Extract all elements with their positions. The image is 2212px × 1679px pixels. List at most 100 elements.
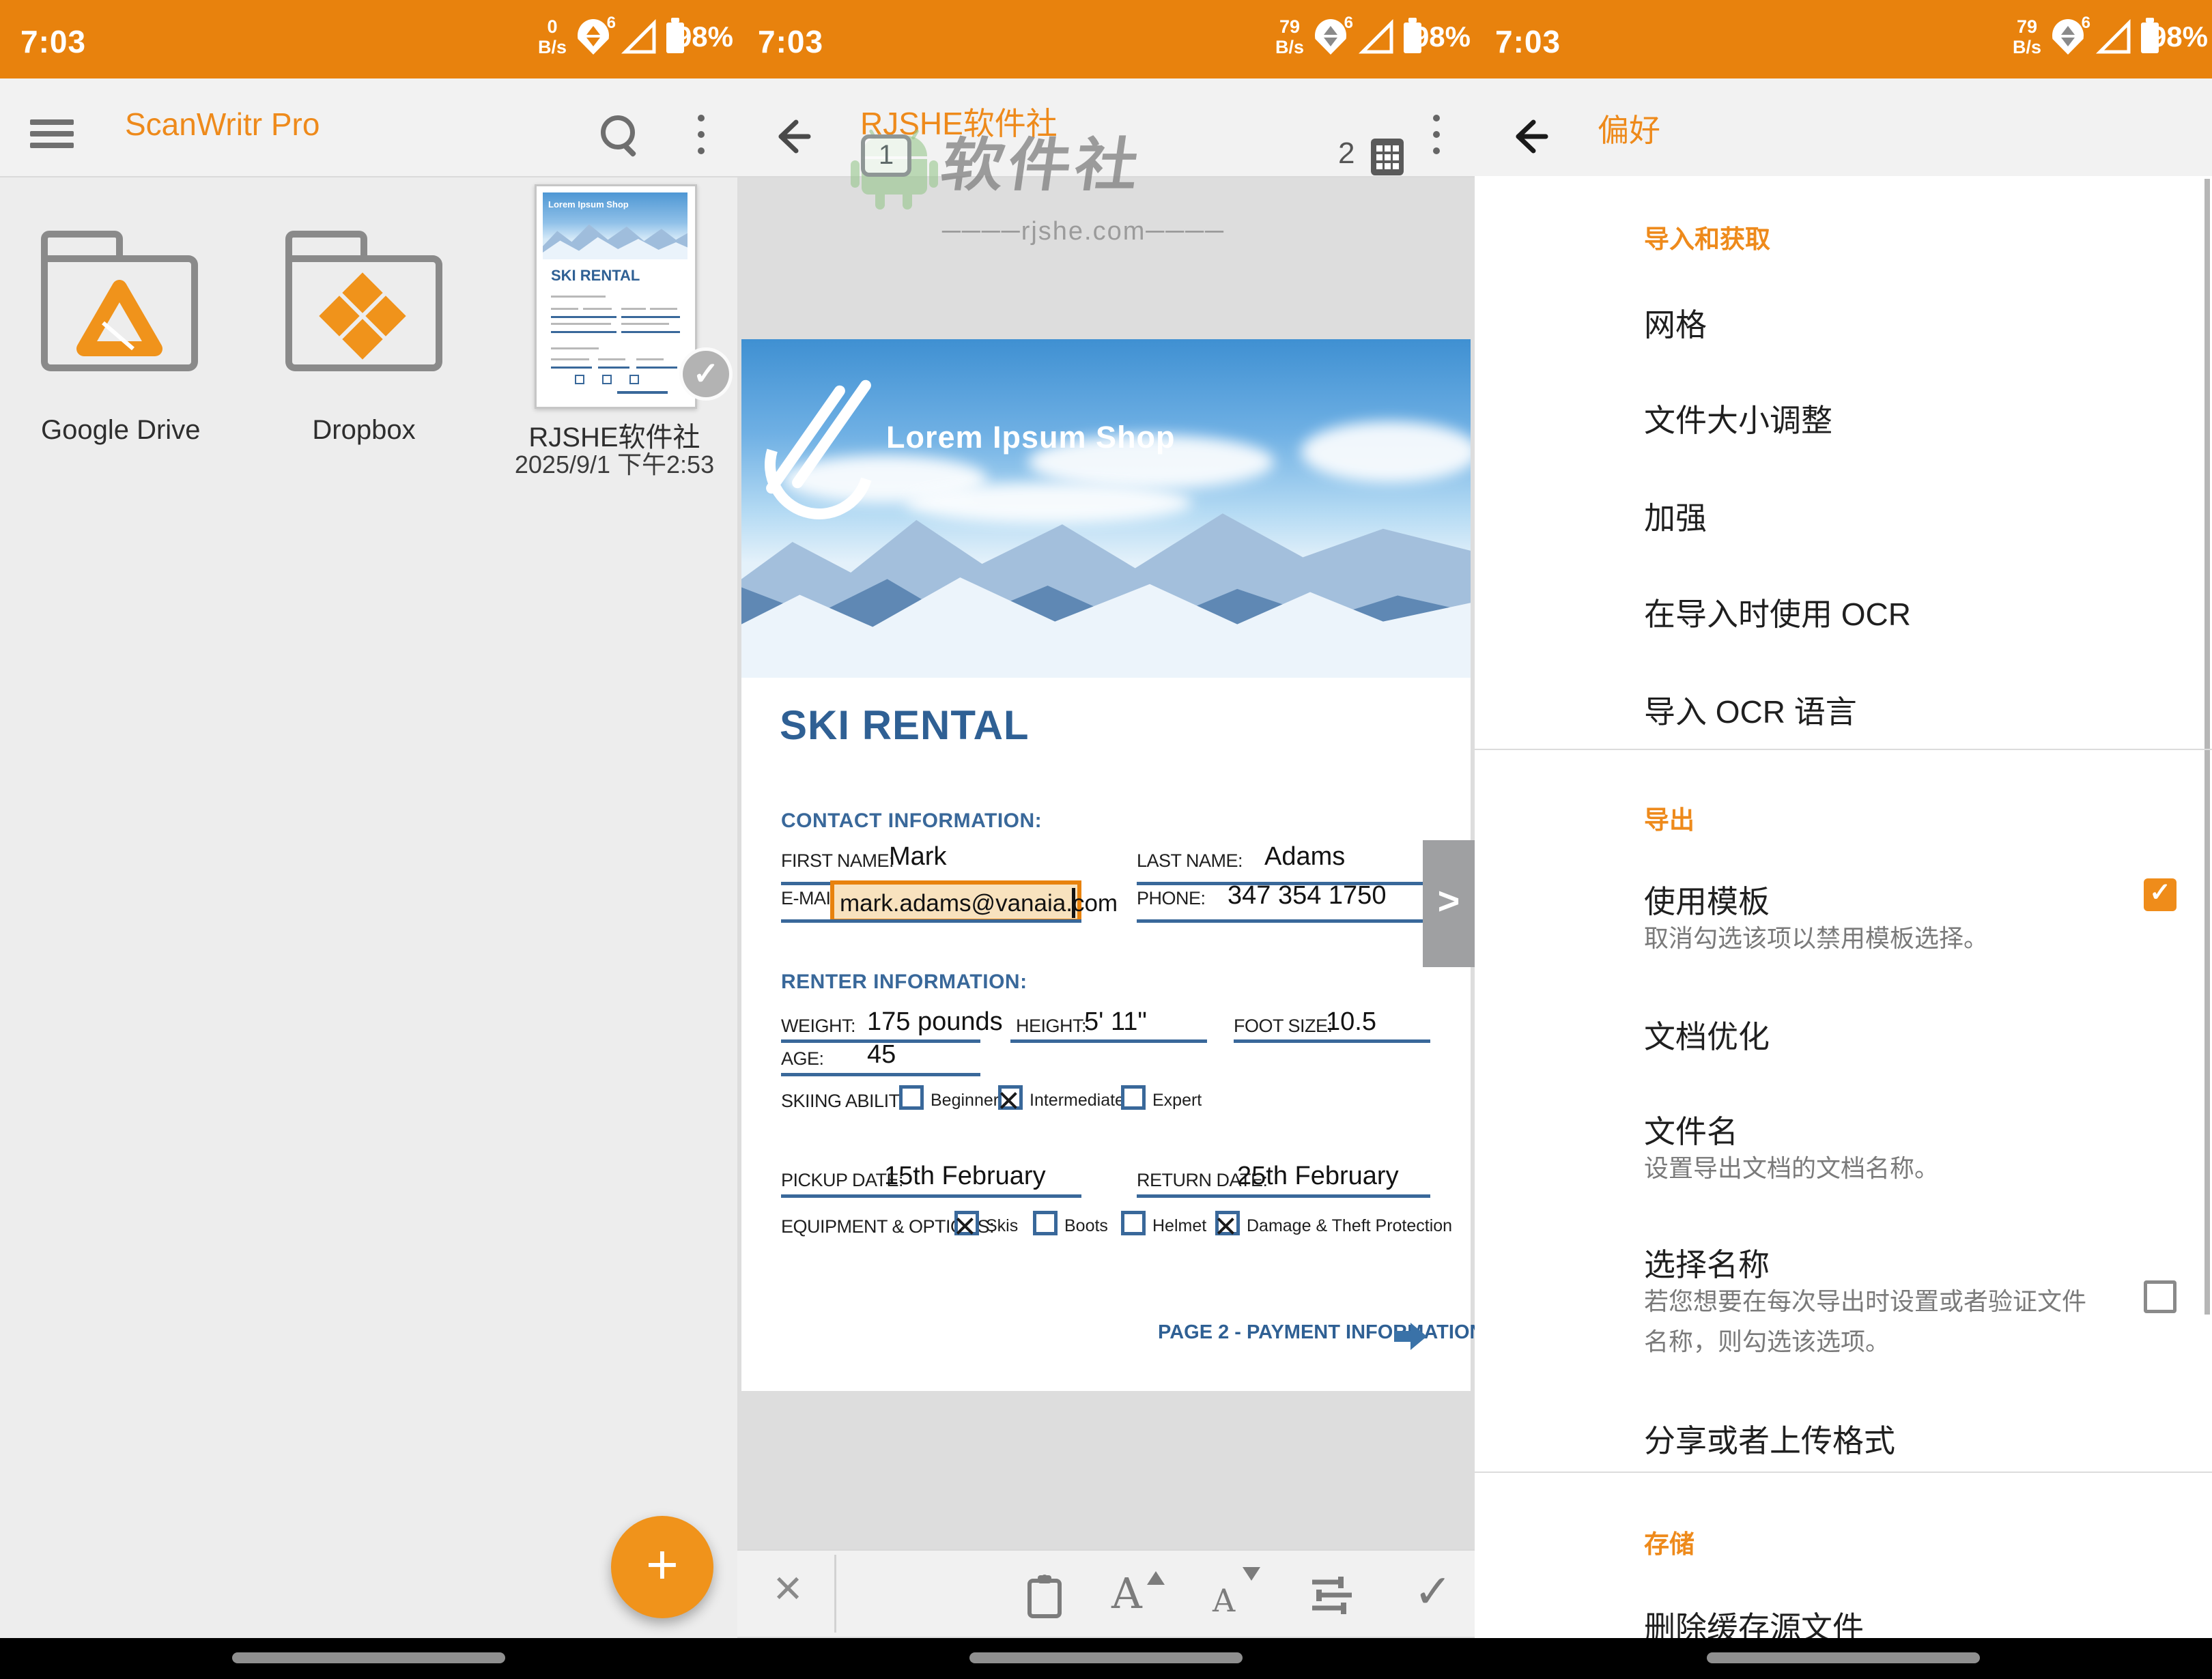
page-grid-icon[interactable] (1371, 139, 1404, 175)
document-title: SKI RENTAL (780, 702, 1030, 749)
weight-value[interactable]: 175 pounds (867, 1007, 1003, 1037)
item-label-google-drive: Google Drive (41, 415, 198, 446)
pref-sub-choose-name-2: 名称，则勾选该选项。 (1644, 1322, 1890, 1358)
composite-screenshot: 7:03 0B/s 6 98% ScanWritr Pro (0, 0, 2212, 1679)
height-value[interactable]: 5' 11" (1084, 1007, 1147, 1037)
folder-google-drive[interactable] (41, 231, 198, 374)
checkbox-beginner[interactable] (899, 1085, 924, 1110)
preferences-title: 偏好 (1598, 106, 1660, 151)
pref-item-doc-optimize[interactable]: 文档优化 (1644, 1012, 1770, 1057)
confirm-button[interactable]: ✓ (1402, 1551, 1464, 1638)
clock: 7:03 (1495, 23, 1561, 60)
battery-percent: 98% (1413, 20, 1471, 53)
cancel-button[interactable]: × (761, 1560, 815, 1616)
checkbox-intermediate[interactable] (998, 1085, 1023, 1110)
age-value[interactable]: 45 (867, 1040, 896, 1070)
gesture-pill[interactable] (1707, 1652, 1980, 1663)
last-name-value[interactable]: Adams (1264, 842, 1345, 872)
first-name-label: FIRST NAME: (781, 850, 894, 872)
skiing-ability-label: SKIING ABILITY: (781, 1091, 916, 1112)
gesture-nav-bar (1475, 1638, 2212, 1679)
pref-item-enhance[interactable]: 加强 (1644, 493, 1707, 539)
expert-label: Expert (1152, 1091, 1202, 1110)
overflow-menu-icon[interactable] (1433, 115, 1440, 160)
editor-screen: Lorem Ipsum Shop SKI RENTAL CONTACT INFO… (737, 0, 1475, 1679)
folder-dropbox[interactable] (285, 231, 442, 374)
pref-sub-use-template: 取消勾选该项以禁用模板选择。 (1644, 919, 1988, 954)
gesture-pill[interactable] (232, 1652, 505, 1663)
signal-icon (623, 20, 657, 55)
intermediate-label: Intermediate (1030, 1091, 1124, 1110)
watermark-text: 软件社 (936, 118, 1148, 201)
weight-label: WEIGHT: (781, 1016, 855, 1037)
status-bar: 7:03 0B/s 6 98% (0, 0, 737, 78)
pref-item-file-size[interactable]: 文件大小调整 (1644, 396, 1832, 441)
pref-sub-choose-name-1: 若您想要在每次导出时设置或者验证文件 (1644, 1282, 2086, 1317)
clock: 7:03 (20, 23, 86, 60)
checkbox-expert[interactable] (1121, 1085, 1146, 1110)
checkbox-helmet[interactable] (1121, 1211, 1146, 1235)
watermark-site: ────rjshe.com──── (942, 217, 1225, 246)
overflow-menu-icon[interactable] (698, 115, 705, 160)
section-divider (1475, 749, 2212, 750)
pref-item-use-template[interactable]: 使用模板 (1644, 877, 1770, 922)
last-name-label: LAST NAME: (1137, 850, 1243, 872)
signal-icon (1360, 20, 1394, 55)
plus-icon: + (611, 1531, 713, 1599)
hamburger-menu-icon[interactable] (30, 119, 74, 148)
section-import-header: 导入和获取 (1644, 218, 1770, 255)
page2-arrow-icon[interactable] (1394, 1323, 1428, 1350)
preferences-screen: 7:03 79B/s 6 98% 偏好 导入和获取 网格 文件大小调整 加强 在… (1475, 0, 2212, 1679)
email-input-active[interactable]: mark.adams@vanaia.com (830, 880, 1081, 923)
pref-item-choose-name[interactable]: 选择名称 (1644, 1240, 1770, 1285)
item-label-dropbox: Dropbox (285, 415, 442, 446)
boots-label: Boots (1064, 1216, 1108, 1236)
gesture-pill[interactable] (969, 1652, 1243, 1663)
checkbox-boots[interactable] (1033, 1211, 1058, 1235)
vpn-icon: 6 (578, 19, 613, 59)
pref-item-ocr-language[interactable]: 导入 OCR 语言 (1644, 687, 1857, 732)
checkbox-damage-protection[interactable] (1215, 1211, 1240, 1235)
first-name-value[interactable]: Mark (889, 842, 946, 872)
helmet-label: Helmet (1152, 1216, 1206, 1236)
scrollbar[interactable] (2204, 179, 2210, 1315)
status-bar: 7:03 79B/s 6 98% (737, 0, 1475, 78)
phone-label: PHONE: (1137, 888, 1206, 909)
signal-icon (2097, 20, 2131, 55)
contact-section-header: CONTACT INFORMATION: (781, 809, 1042, 833)
gesture-nav-bar (737, 1638, 1475, 1679)
pref-item-share-format[interactable]: 分享或者上传格式 (1644, 1416, 1895, 1461)
text-cursor (1072, 888, 1075, 918)
next-page-chevron[interactable]: > (1423, 840, 1475, 967)
back-arrow-icon[interactable] (773, 117, 812, 156)
paste-clipboard-button[interactable] (1024, 1551, 1068, 1638)
pref-sub-filename: 设置导出文档的文档名称。 (1644, 1149, 1939, 1184)
network-rate: 79B/s (1275, 16, 1304, 57)
pref-item-ocr-on-import[interactable]: 在导入时使用 OCR (1644, 590, 1911, 635)
checkbox-skis[interactable] (954, 1211, 979, 1235)
age-label: AGE: (781, 1048, 824, 1070)
adjust-settings-button[interactable] (1311, 1551, 1353, 1638)
pickup-date-value[interactable]: 15th February (884, 1162, 1046, 1191)
toolbar-divider (834, 1555, 836, 1633)
checkbox-use-template[interactable] (2144, 878, 2176, 911)
search-icon[interactable] (599, 114, 640, 156)
document-thumbnail[interactable]: Lorem Ipsum Shop SKI RENTAL (535, 184, 697, 409)
vpn-icon: 6 (2052, 19, 2088, 59)
add-document-fab[interactable]: + (611, 1516, 713, 1618)
pref-item-filename[interactable]: 文件名 (1644, 1107, 1738, 1152)
skis-label: Skis (986, 1216, 1018, 1236)
selected-check-badge: ✓ (679, 347, 733, 401)
back-arrow-icon[interactable] (1510, 117, 1550, 156)
section-storage-header: 存储 (1644, 1523, 1695, 1560)
return-date-value[interactable]: 25th February (1237, 1162, 1399, 1191)
checkbox-choose-name[interactable] (2144, 1280, 2176, 1313)
google-drive-icon (79, 282, 160, 357)
pref-item-grid[interactable]: 网格 (1644, 300, 1707, 345)
foot-size-value[interactable]: 10.5 (1326, 1007, 1376, 1037)
page-count: 2 (1338, 137, 1355, 171)
height-label: HEIGHT: (1016, 1016, 1086, 1037)
foot-size-label: FOOT SIZE: (1234, 1016, 1333, 1037)
editor-toolbar: × A A ✓ (737, 1549, 1475, 1637)
phone-value[interactable]: 347 354 1750 (1228, 881, 1386, 910)
